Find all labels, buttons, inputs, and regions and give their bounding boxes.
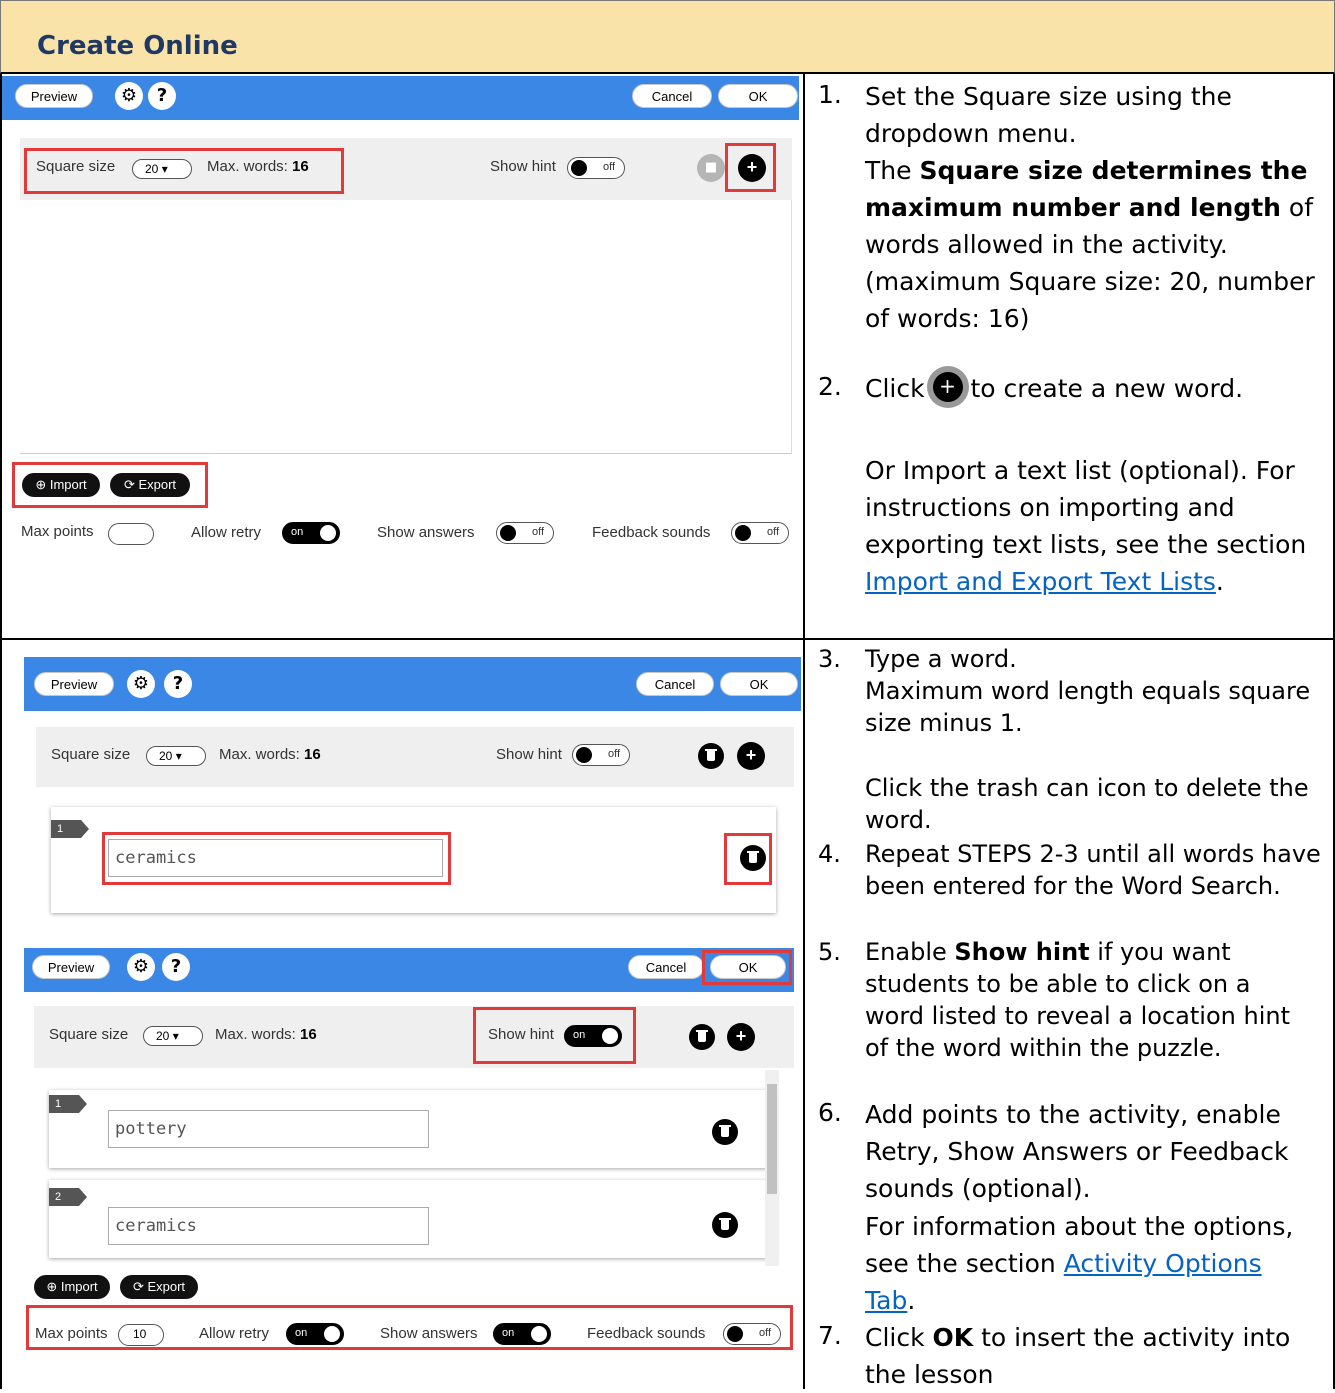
highlight-square-size (24, 148, 344, 194)
show-answers-toggle[interactable]: off (496, 522, 554, 544)
step-1-detail: The Square size determines the maximum n… (865, 156, 1315, 333)
step-number: 5. (818, 938, 841, 966)
step-number: 6. (818, 1098, 842, 1127)
step-3-detail: Maximum word length equals square size m… (865, 677, 1311, 737)
step-4-text: Repeat STEPS 2-3 until all words have be… (865, 840, 1321, 900)
step-6-detail: For information about the options, see t… (865, 1212, 1294, 1315)
step-number: 4. (818, 840, 841, 868)
cancel-button[interactable]: Cancel (636, 672, 714, 696)
add-icon: + (932, 372, 963, 402)
trash-icon[interactable] (698, 743, 724, 769)
step-6-text: Add points to the activity, enable Retry… (865, 1100, 1289, 1203)
highlight-show-hint (473, 1007, 636, 1064)
show-hint-toggle[interactable]: off (567, 157, 625, 179)
gear-icon[interactable]: ⚙ (127, 670, 155, 698)
column-divider (803, 74, 805, 1389)
gear-icon[interactable]: ⚙ (127, 953, 155, 981)
highlight-options (26, 1305, 793, 1350)
add-word-button[interactable]: + (727, 1023, 755, 1051)
step-1-text: Set the Square size using the dropdown m… (865, 82, 1232, 148)
page-title: Create Online (37, 31, 238, 61)
max-words-label: Max. words: 16 (215, 1026, 317, 1043)
import-export-link[interactable]: Import and Export Text Lists (865, 567, 1216, 596)
help-icon[interactable]: ? (164, 670, 192, 698)
step-7-text: Click OK to insert the activity into the… (865, 1323, 1291, 1389)
step-number: 3. (818, 645, 841, 673)
ok-button[interactable]: OK (718, 84, 798, 108)
show-hint-toggle[interactable]: off (572, 744, 630, 766)
export-button[interactable]: ⟳ Export (120, 1275, 198, 1299)
preview-button[interactable]: Preview (32, 955, 110, 979)
trash-icon[interactable] (689, 1024, 715, 1050)
step-number: 1. (818, 80, 842, 109)
square-size-label: Square size (51, 746, 131, 763)
step-3-trash: Click the trash can icon to delete the w… (865, 774, 1309, 834)
max-words-label: Max. words: 16 (219, 746, 321, 763)
screenshot-2: Preview ⚙ ? Cancel OK Square size 20 ▾ M… (24, 657, 801, 927)
highlight-add-button (725, 143, 776, 192)
step-3-text: Type a word. (865, 645, 1017, 673)
show-hint-label: Show hint (490, 158, 556, 175)
max-points-input[interactable] (108, 523, 154, 545)
trash-icon-disabled: ■ (697, 154, 725, 182)
show-hint-label: Show hint (496, 746, 562, 763)
word-list-area (20, 200, 792, 454)
screenshot-3: Preview ⚙ ? Cancel OK Square size 20 ▾ M… (24, 948, 801, 1388)
preview-button[interactable]: Preview (34, 672, 114, 696)
help-icon[interactable]: ? (148, 82, 176, 110)
word-input-pottery[interactable]: pottery (108, 1110, 429, 1148)
highlight-word-input (102, 832, 451, 885)
delete-word-icon[interactable] (712, 1212, 738, 1238)
delete-word-icon[interactable] (712, 1119, 738, 1145)
word-number-tag: 1 (51, 820, 89, 838)
gear-icon[interactable]: ⚙ (115, 82, 143, 110)
table-header: Create Online (0, 0, 1335, 74)
add-word-button[interactable]: + (737, 742, 765, 770)
screenshot-1: Preview ⚙ ? Cancel OK Square size 20 ▾ M… (2, 76, 802, 636)
ok-button[interactable]: OK (720, 672, 798, 696)
square-size-select[interactable]: 20 ▾ (143, 1026, 203, 1046)
help-icon[interactable]: ? (162, 953, 190, 981)
word-number-tag: 2 (49, 1188, 87, 1206)
highlight-import-export (12, 462, 208, 508)
scrollbar[interactable] (765, 1070, 779, 1266)
word-input-ceramics[interactable]: ceramics (108, 1207, 429, 1245)
step-number: 2. (818, 372, 842, 401)
feedback-sounds-label: Feedback sounds (592, 524, 711, 541)
step-2-text: Click + to create a new word. (865, 372, 1244, 403)
square-size-select[interactable]: 20 ▾ (146, 746, 206, 766)
step-5-text: Enable Show hint if you want students to… (865, 938, 1290, 1062)
show-answers-label: Show answers (377, 524, 475, 541)
preview-button[interactable]: Preview (15, 84, 93, 108)
row-divider (0, 638, 1335, 640)
feedback-sounds-toggle[interactable]: off (731, 522, 789, 544)
cancel-button[interactable]: Cancel (632, 84, 712, 108)
step-2-import-text: Or Import a text list (optional). For in… (865, 456, 1307, 596)
allow-retry-label: Allow retry (191, 524, 262, 541)
step-number: 7. (818, 1321, 842, 1350)
max-points-label: Max points (21, 523, 94, 540)
word-number-tag: 1 (49, 1095, 87, 1113)
highlight-delete-icon (724, 833, 772, 885)
highlight-ok-button (702, 950, 792, 985)
square-size-label: Square size (49, 1026, 129, 1043)
allow-retry-toggle[interactable]: on (282, 522, 340, 544)
import-button[interactable]: ⊕ Import (34, 1275, 110, 1299)
cancel-button[interactable]: Cancel (628, 955, 704, 979)
